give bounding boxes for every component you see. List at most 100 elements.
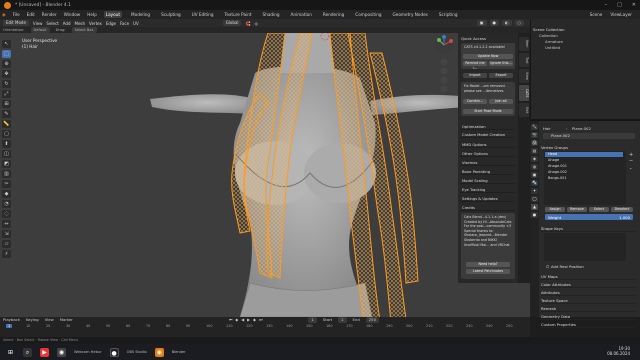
workspace-tab-layout[interactable]: Layout [103, 11, 123, 18]
navigation-gizmo[interactable] [432, 34, 456, 94]
join-all-button[interactable]: Join all [489, 99, 513, 104]
section-mmd-options[interactable]: MMD Options [460, 142, 515, 148]
tweak-tool-icon[interactable]: ↖ [2, 40, 11, 48]
deselect-button[interactable]: Deselect [611, 207, 633, 212]
rendered-shading-icon[interactable]: ○ [514, 20, 524, 26]
section-texture-space[interactable]: Texture Space [541, 297, 635, 304]
close-icon[interactable]: ✕ [632, 2, 636, 8]
ignore-update-button[interactable]: Ignore this... [489, 61, 513, 66]
need-help-button[interactable]: Need help? [466, 262, 510, 267]
section-other-options[interactable]: Other Options [460, 151, 515, 157]
workspace-tab-uv-editing[interactable]: UV Editing [190, 11, 216, 18]
workspace-tab-shading[interactable]: Shading [261, 11, 282, 18]
vertex-group-item[interactable]: Ahoge.002 [545, 170, 623, 175]
outliner-item-untitled[interactable]: Untitled [545, 45, 560, 51]
menu-mesh[interactable]: Mesh [75, 21, 86, 26]
menu-view[interactable]: View [33, 21, 43, 26]
frame-ruler[interactable]: 1 10 20 30 40 50 60 70 80 90 100 110 120 130 140 150 160… [0, 323, 530, 329]
select-box-tool-icon[interactable]: ⬚ [2, 50, 11, 58]
remind-later-button[interactable]: Remind me l... [463, 61, 487, 70]
loop-cut-tool-icon[interactable]: ▥ [2, 170, 11, 178]
vertex-group-item[interactable]: Bangs.001 [545, 176, 623, 181]
move-tool-icon[interactable]: ✥ [2, 70, 11, 78]
latest-patchnotes-button[interactable]: Latest Patchnotes [466, 269, 510, 274]
menu-help[interactable]: Help [87, 12, 97, 17]
section-optimization[interactable]: Optimization [460, 124, 515, 130]
update-now-button[interactable]: Update Now [463, 54, 513, 59]
search-icon[interactable]: ⌕ [23, 347, 32, 357]
section-settings-updates[interactable]: Settings & Updates [460, 196, 515, 202]
section-shape-keys[interactable]: Shape Keys [541, 225, 635, 232]
quick-access-header[interactable]: Quick Access [458, 36, 516, 41]
scale-tool-icon[interactable]: ⤢ [2, 90, 11, 98]
system-clock[interactable]: 19:30 08.06.2024 [607, 346, 630, 356]
scene-selector[interactable]: Scene [590, 12, 603, 17]
workspace-tab-sculpting[interactable]: Sculpting [159, 11, 183, 18]
section-custom-model-creation[interactable]: Custom Model Creation [460, 132, 515, 138]
workspace-tab-scripting[interactable]: Scripting [437, 11, 460, 18]
add-rest-position-checkbox[interactable]: ☐ [546, 264, 549, 269]
section-vertex-groups[interactable]: Vertex Groups [541, 144, 635, 151]
modifier-properties-icon[interactable]: 🔩 [531, 180, 538, 186]
material-shading-icon[interactable]: ◐ [502, 20, 512, 26]
particles-properties-icon[interactable]: ✦ [531, 188, 538, 194]
tab-item[interactable]: Item [519, 37, 529, 51]
menu-select[interactable]: Select [46, 21, 58, 26]
section-model-scaling[interactable]: Model Scaling [460, 178, 515, 184]
workspace-tab-animation[interactable]: Animation [289, 11, 314, 18]
view-layer-selector[interactable]: ViewLayer [610, 12, 632, 17]
workspace-tab-modeling[interactable]: Modeling [129, 11, 152, 18]
add-cube-tool-icon[interactable]: ▢ [2, 130, 11, 138]
bevel-tool-icon[interactable]: ◩ [2, 160, 11, 168]
menu-window[interactable]: Window [64, 12, 81, 17]
mesh-data-properties-icon[interactable]: ▲ [531, 204, 538, 210]
vertex-group-item[interactable]: Head [545, 152, 623, 157]
vertex-group-specials-icon[interactable]: ⌄ [629, 165, 632, 170]
minimize-icon[interactable]: – [605, 2, 608, 8]
vertex-group-item[interactable]: Ahoge.001 [545, 164, 623, 169]
taskbar-item-blender[interactable]: Blender [172, 350, 186, 355]
menu-edit[interactable]: Edit [27, 12, 35, 17]
menu-file[interactable]: File [13, 12, 20, 17]
xray-toggle-icon[interactable]: ▣ [476, 20, 487, 26]
knife-tool-icon[interactable]: ✂ [2, 180, 11, 188]
object-properties-icon[interactable]: ▣ [531, 172, 538, 178]
blender-menu-icon[interactable]: ◉ [2, 12, 6, 17]
menu-render[interactable]: Render [42, 12, 57, 17]
maximize-icon[interactable]: □ [617, 2, 622, 8]
physics-properties-icon[interactable]: ◯ [531, 196, 538, 202]
section-bone-parenting[interactable]: Bone Parenting [460, 169, 515, 175]
import-button[interactable]: Import [463, 73, 487, 78]
annotate-tool-icon[interactable]: ✎ [2, 110, 11, 118]
menu-uv[interactable]: UV [133, 21, 139, 26]
world-properties-icon[interactable]: ◍ [531, 164, 538, 170]
section-remesh[interactable]: Remesh [541, 305, 635, 312]
cursor-tool-icon[interactable]: ⊕ [2, 60, 11, 68]
smooth-tool-icon[interactable]: ◌ [2, 210, 11, 218]
workspace-tab-rendering[interactable]: Rendering [321, 11, 346, 18]
transform-tool-icon[interactable]: ⊞ [2, 100, 11, 108]
edge-slide-tool-icon[interactable]: ⇔ [2, 220, 11, 228]
workspace-tab-texture-paint[interactable]: Texture Paint [223, 11, 254, 18]
remove-vertex-group-icon[interactable]: − [629, 158, 633, 164]
blender-taskbar-icon[interactable]: ◉ [154, 347, 164, 357]
remove-button[interactable]: Remove [567, 207, 587, 212]
spin-tool-icon[interactable]: ◔ [2, 200, 11, 208]
webcam-app-icon[interactable]: ◉ [57, 347, 66, 357]
start-pose-mode-button[interactable]: Start Pose Mode [463, 109, 513, 114]
rip-tool-icon[interactable]: ⚡ [2, 250, 11, 258]
mesh-name-field[interactable]: Plane.002 [543, 133, 635, 139]
menu-vertex[interactable]: Vertex [89, 21, 102, 26]
tool-properties-icon[interactable]: 🔧 [531, 124, 538, 130]
transform-orientation[interactable]: Global [222, 20, 242, 26]
tab-view[interactable]: View [519, 69, 529, 83]
shrink-fatten-tool-icon[interactable]: ⇲ [2, 230, 11, 238]
material-properties-icon[interactable]: ● [531, 212, 538, 218]
tab-edit[interactable]: Edit [519, 103, 529, 117]
menu-edge[interactable]: Edge [106, 21, 116, 26]
taskbar-item-webcam[interactable]: Webcam Hebur [74, 350, 102, 355]
solid-shading-icon[interactable]: ● [489, 20, 499, 26]
workspace-tab-geometry-nodes[interactable]: Geometry Nodes [391, 11, 430, 18]
menu-add[interactable]: Add [63, 21, 71, 26]
section-color-attributes[interactable]: Color Attributes [541, 281, 635, 288]
